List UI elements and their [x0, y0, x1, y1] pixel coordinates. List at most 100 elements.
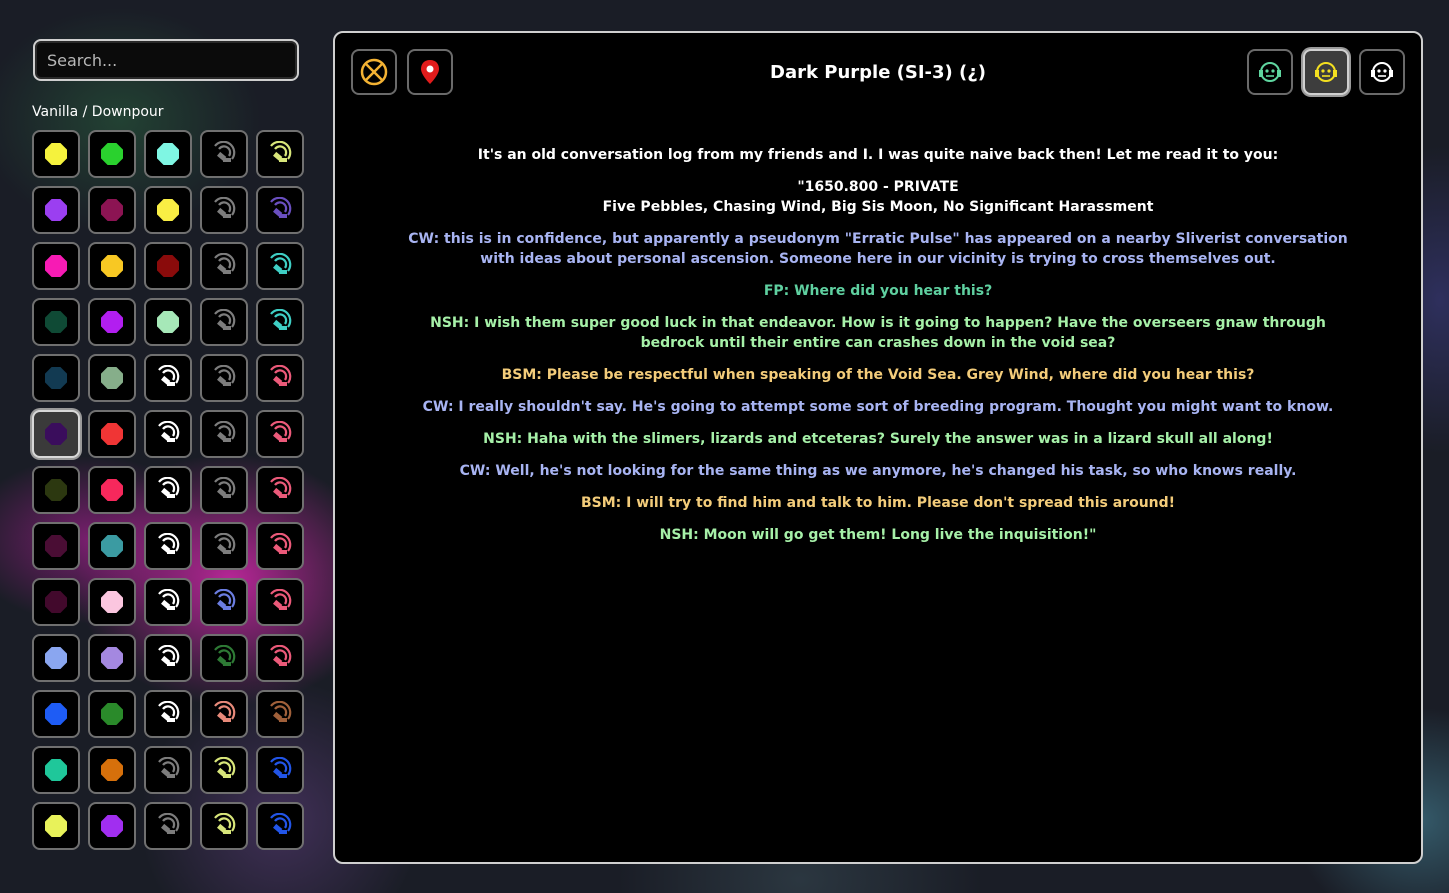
broadcast-slot[interactable]: [256, 746, 304, 794]
pearl-icon: [157, 143, 179, 165]
broadcast-slot[interactable]: [200, 578, 248, 626]
pearl-slot[interactable]: [32, 298, 80, 346]
iterator-mask-icon: [1315, 62, 1337, 82]
broadcast-slot[interactable]: [144, 522, 192, 570]
dialogue-line: FP: Where did you hear this?: [405, 281, 1351, 301]
pearl-slot[interactable]: [88, 130, 136, 178]
pearl-icon: [101, 647, 123, 669]
broadcast-icon: [214, 421, 236, 442]
pearl-slot[interactable]: [144, 298, 192, 346]
broadcast-slot[interactable]: [144, 690, 192, 738]
dialogue-line-text: CW: I really shouldn't say. He's going t…: [422, 399, 1334, 415]
broadcast-slot[interactable]: [256, 186, 304, 234]
pearl-slot[interactable]: [88, 242, 136, 290]
iterator-button[interactable]: [1247, 49, 1293, 95]
broadcast-slot[interactable]: [200, 186, 248, 234]
broadcast-icon: [270, 813, 292, 834]
pearl-slot[interactable]: [144, 130, 192, 178]
pearl-slot[interactable]: [88, 354, 136, 402]
pearl-slot[interactable]: [32, 690, 80, 738]
pearl-slot[interactable]: [32, 410, 80, 458]
broadcast-icon: [158, 589, 180, 610]
broadcast-slot[interactable]: [200, 410, 248, 458]
broadcast-slot[interactable]: [200, 466, 248, 514]
broadcast-slot[interactable]: [256, 298, 304, 346]
broadcast-slot[interactable]: [200, 242, 248, 290]
pearl-slot[interactable]: [88, 298, 136, 346]
broadcast-slot[interactable]: [144, 634, 192, 682]
pearl-slot[interactable]: [88, 802, 136, 850]
pearl-slot[interactable]: [88, 634, 136, 682]
pearl-icon: [45, 255, 67, 277]
pearl-slot[interactable]: [32, 578, 80, 626]
broadcast-slot[interactable]: [200, 634, 248, 682]
pearl-slot[interactable]: [144, 186, 192, 234]
pearl-icon: [101, 703, 123, 725]
broadcast-slot[interactable]: [144, 746, 192, 794]
pearl-slot[interactable]: [88, 746, 136, 794]
pearl-slot[interactable]: [88, 522, 136, 570]
iterator-button[interactable]: [1359, 49, 1405, 95]
broadcast-slot[interactable]: [200, 354, 248, 402]
broadcast-slot[interactable]: [256, 522, 304, 570]
broadcast-slot[interactable]: [256, 634, 304, 682]
pearl-slot[interactable]: [32, 242, 80, 290]
category-label: Vanilla / Downpour: [32, 104, 164, 120]
pearl-slot[interactable]: [32, 354, 80, 402]
pearl-slot[interactable]: [32, 746, 80, 794]
broadcast-slot[interactable]: [200, 298, 248, 346]
search-input[interactable]: [33, 39, 299, 81]
broadcast-slot[interactable]: [144, 802, 192, 850]
broadcast-slot[interactable]: [256, 354, 304, 402]
pearl-slot[interactable]: [32, 802, 80, 850]
pearl-slot[interactable]: [88, 186, 136, 234]
broadcast-slot[interactable]: [200, 690, 248, 738]
broadcast-slot[interactable]: [200, 130, 248, 178]
dialogue-line-text: It's an old conversation log from my fri…: [477, 147, 1279, 163]
pearl-icon: [45, 647, 67, 669]
dialogue-line: BSM: I will try to find him and talk to …: [405, 493, 1351, 513]
broadcast-slot[interactable]: [144, 466, 192, 514]
dialogue-text: It's an old conversation log from my fri…: [405, 145, 1351, 557]
pearl-icon: [45, 703, 67, 725]
dialogue-line: CW: I really shouldn't say. He's going t…: [405, 397, 1351, 417]
broadcast-slot[interactable]: [200, 746, 248, 794]
pearl-slot[interactable]: [88, 466, 136, 514]
pearl-slot[interactable]: [88, 410, 136, 458]
broadcast-icon: [214, 813, 236, 834]
pearl-slot[interactable]: [88, 578, 136, 626]
dialogue-line: NSH: I wish them super good luck in that…: [405, 313, 1351, 353]
broadcast-slot[interactable]: [144, 410, 192, 458]
broadcast-icon: [214, 197, 236, 218]
broadcast-slot[interactable]: [256, 578, 304, 626]
pearl-slot[interactable]: [32, 466, 80, 514]
pearl-slot[interactable]: [32, 522, 80, 570]
broadcast-slot[interactable]: [256, 410, 304, 458]
pearl-grid: [32, 130, 304, 850]
broadcast-slot[interactable]: [144, 578, 192, 626]
iterator-mask-icon: [1371, 62, 1393, 82]
broadcast-slot[interactable]: [256, 466, 304, 514]
pearl-slot[interactable]: [88, 690, 136, 738]
broadcast-icon: [158, 533, 180, 554]
pearl-slot[interactable]: [32, 186, 80, 234]
broadcast-slot[interactable]: [256, 130, 304, 178]
pearl-icon: [45, 815, 67, 837]
broadcast-icon: [158, 757, 180, 778]
broadcast-icon: [214, 589, 236, 610]
dialogue-line: It's an old conversation log from my fri…: [405, 145, 1351, 165]
pearl-icon: [45, 143, 67, 165]
pearl-slot[interactable]: [144, 242, 192, 290]
broadcast-slot[interactable]: [256, 802, 304, 850]
pearl-slot[interactable]: [32, 130, 80, 178]
broadcast-slot[interactable]: [200, 802, 248, 850]
broadcast-slot[interactable]: [256, 690, 304, 738]
dialogue-line-text: CW: Well, he's not looking for the same …: [459, 463, 1297, 479]
broadcast-slot[interactable]: [200, 522, 248, 570]
broadcast-icon: [214, 701, 236, 722]
broadcast-slot[interactable]: [144, 354, 192, 402]
pearl-slot[interactable]: [32, 634, 80, 682]
broadcast-slot[interactable]: [256, 242, 304, 290]
iterator-button[interactable]: [1303, 49, 1349, 95]
dialogue-line-text: NSH: I wish them super good luck in that…: [430, 315, 1326, 351]
